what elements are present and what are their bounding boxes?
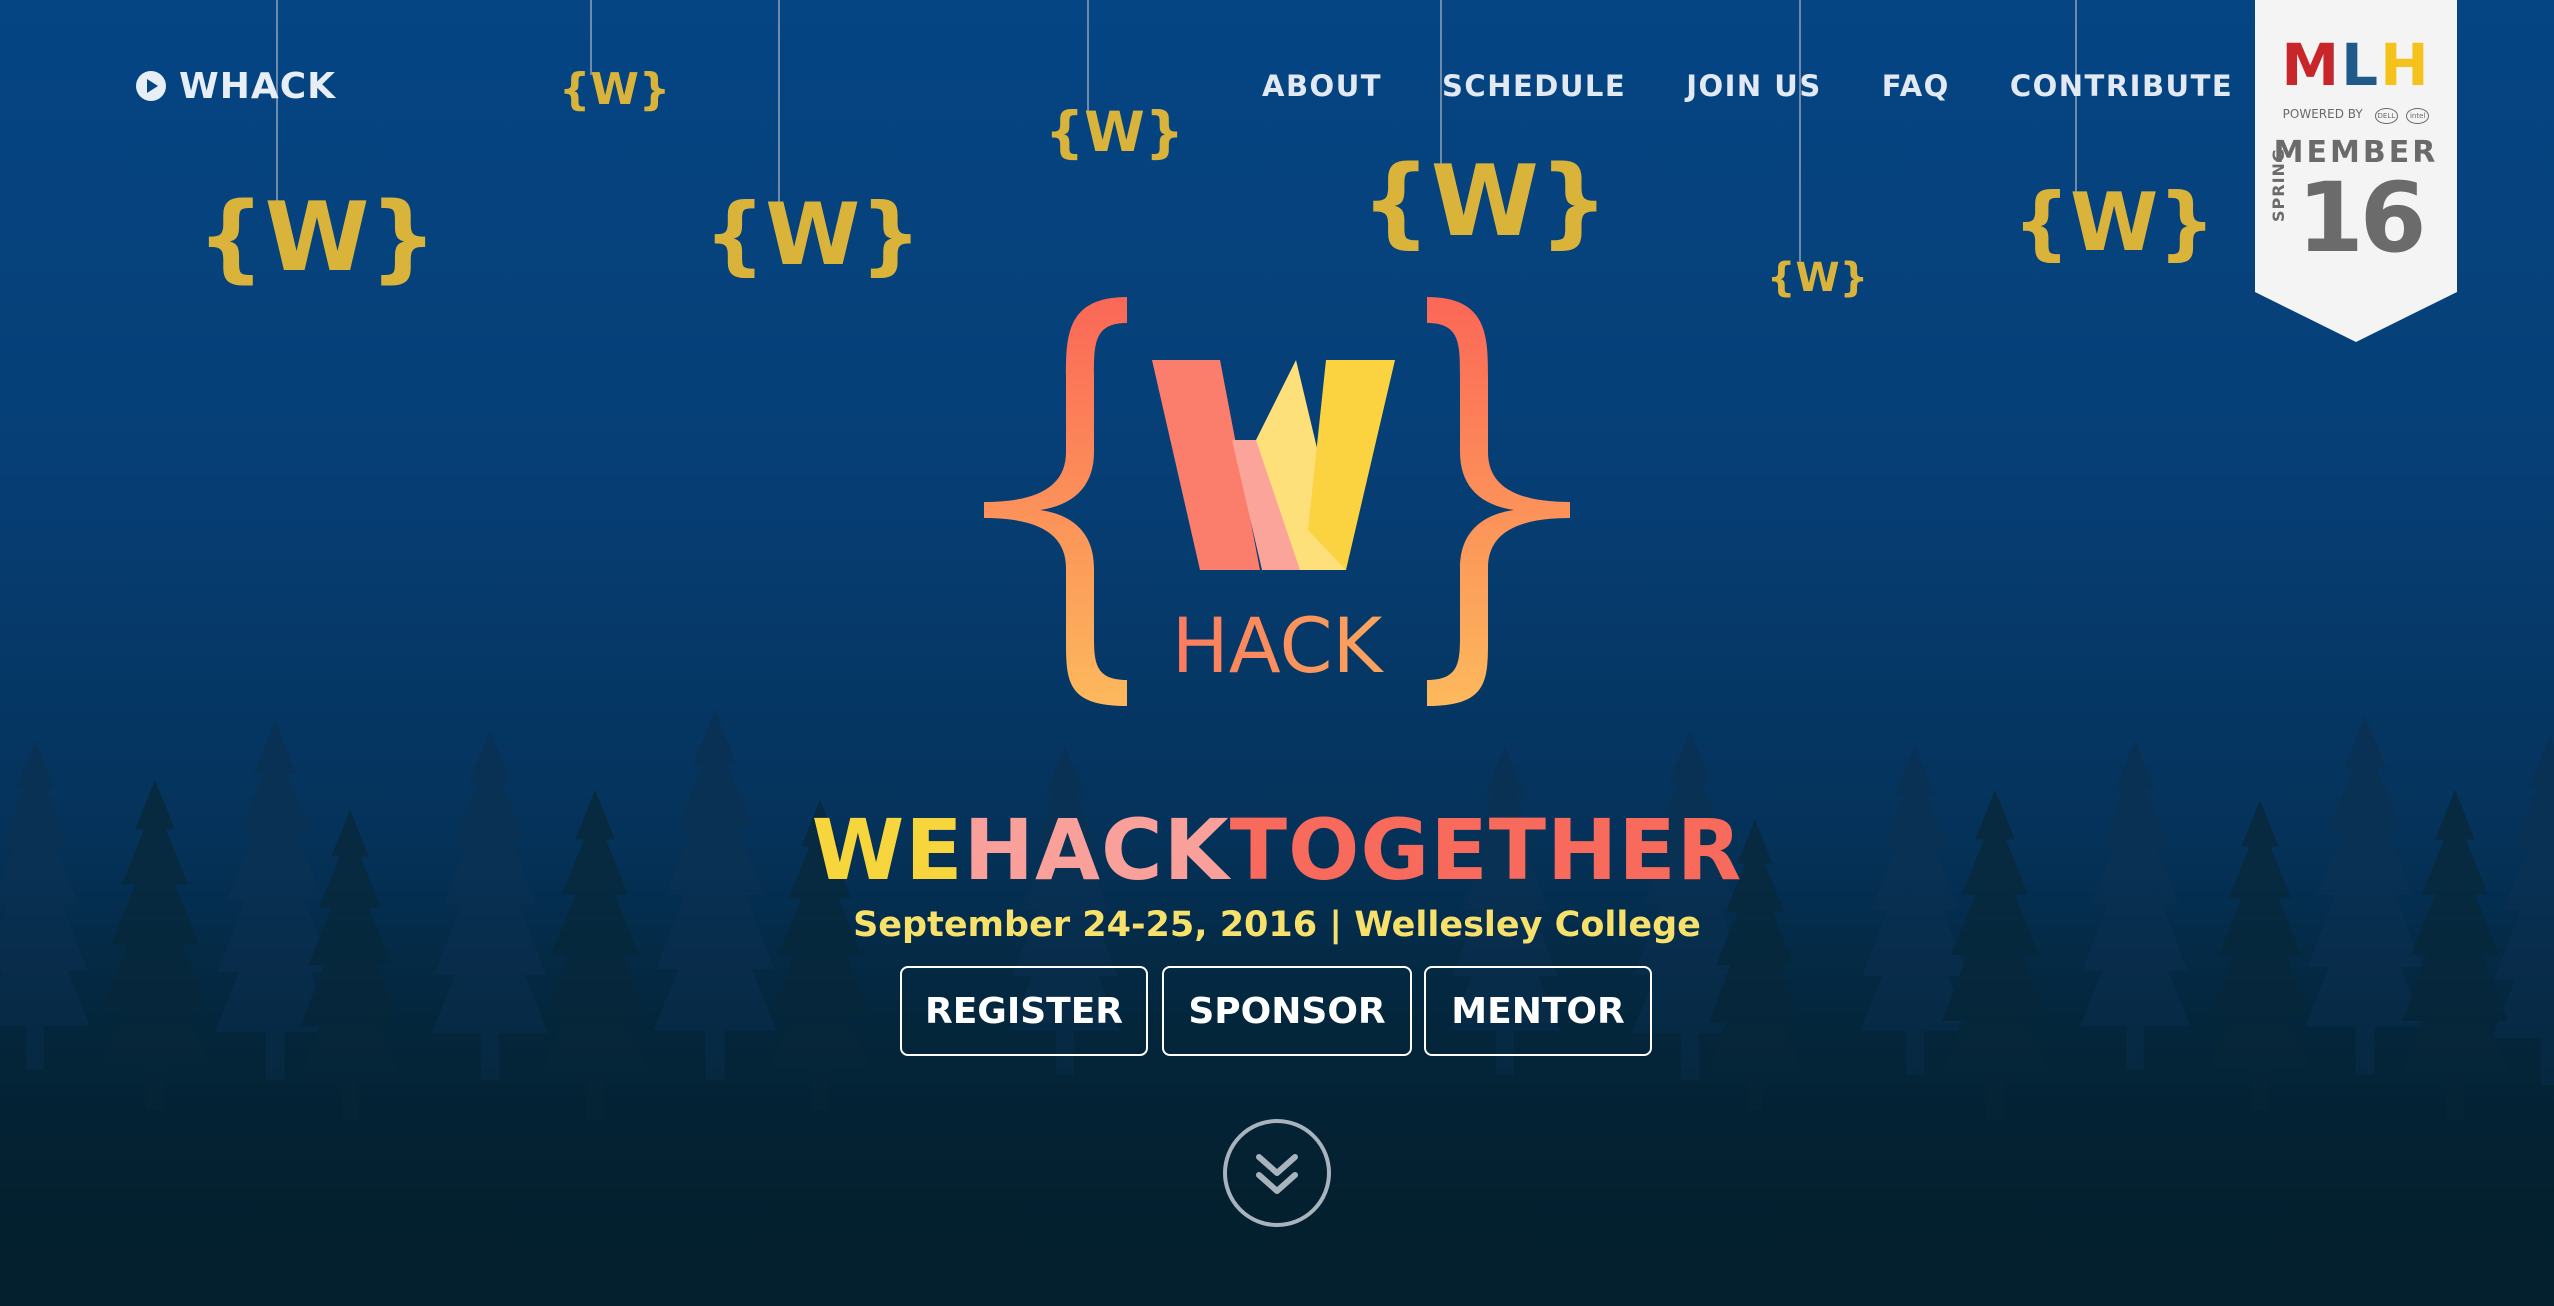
headline-hack: HACK — [963, 801, 1230, 899]
event-date-location: September 24-25, 2016 | Wellesley Colleg… — [853, 905, 1701, 945]
nav-link-about[interactable]: ABOUT — [1262, 66, 1382, 106]
nav-link-faq[interactable]: FAQ — [1882, 66, 1950, 106]
play-circle-icon — [136, 71, 166, 101]
mlh-powered-by: POWERED BY — [2282, 107, 2363, 121]
nav-link-schedule[interactable]: SCHEDULE — [1442, 66, 1626, 106]
mlh-season-label: SPRING — [2269, 147, 2288, 222]
sponsor-button[interactable]: SPONSOR — [1162, 966, 1412, 1056]
mlh-powered-by-row: POWERED BY DELL intel — [2255, 106, 2457, 124]
brand-name: WHACK — [179, 65, 337, 107]
hero-background: HACK — [0, 0, 2554, 1306]
ornament-strings — [276, 0, 2077, 265]
main-nav: ABOUT SCHEDULE JOIN US FAQ CONTRIBUTE — [1262, 66, 2233, 106]
intel-logo-icon: intel — [2405, 108, 2430, 124]
headline-together: TOGETHER — [1229, 801, 1743, 899]
dell-logo-icon: DELL — [2374, 108, 2399, 124]
logo-hack-text: HACK — [1172, 601, 1385, 690]
brand-link[interactable]: WHACK — [135, 65, 337, 107]
headline: WEHACKTOGETHER — [0, 800, 2554, 900]
logo-w-mark — [1152, 360, 1395, 570]
mlh-year-label: 16 — [2297, 162, 2427, 274]
logo-left-brace — [984, 297, 1127, 706]
nav-link-join-us[interactable]: JOIN US — [1686, 66, 1822, 106]
mlh-logo-text: MLH — [2281, 31, 2431, 99]
mentor-button[interactable]: MENTOR — [1424, 966, 1652, 1056]
mlh-member-badge[interactable]: MLH POWERED BY DELL intel MEMBER SPRING … — [2255, 0, 2457, 342]
double-chevron-down-icon — [1256, 1154, 1298, 1194]
scroll-down-button[interactable] — [1223, 1119, 1331, 1227]
nav-link-contribute[interactable]: CONTRIBUTE — [2010, 66, 2233, 106]
register-button[interactable]: REGISTER — [900, 966, 1148, 1056]
mlh-logo: MLH — [2255, 32, 2457, 98]
headline-we: WE — [811, 801, 964, 899]
logo-right-brace — [1427, 297, 1570, 706]
